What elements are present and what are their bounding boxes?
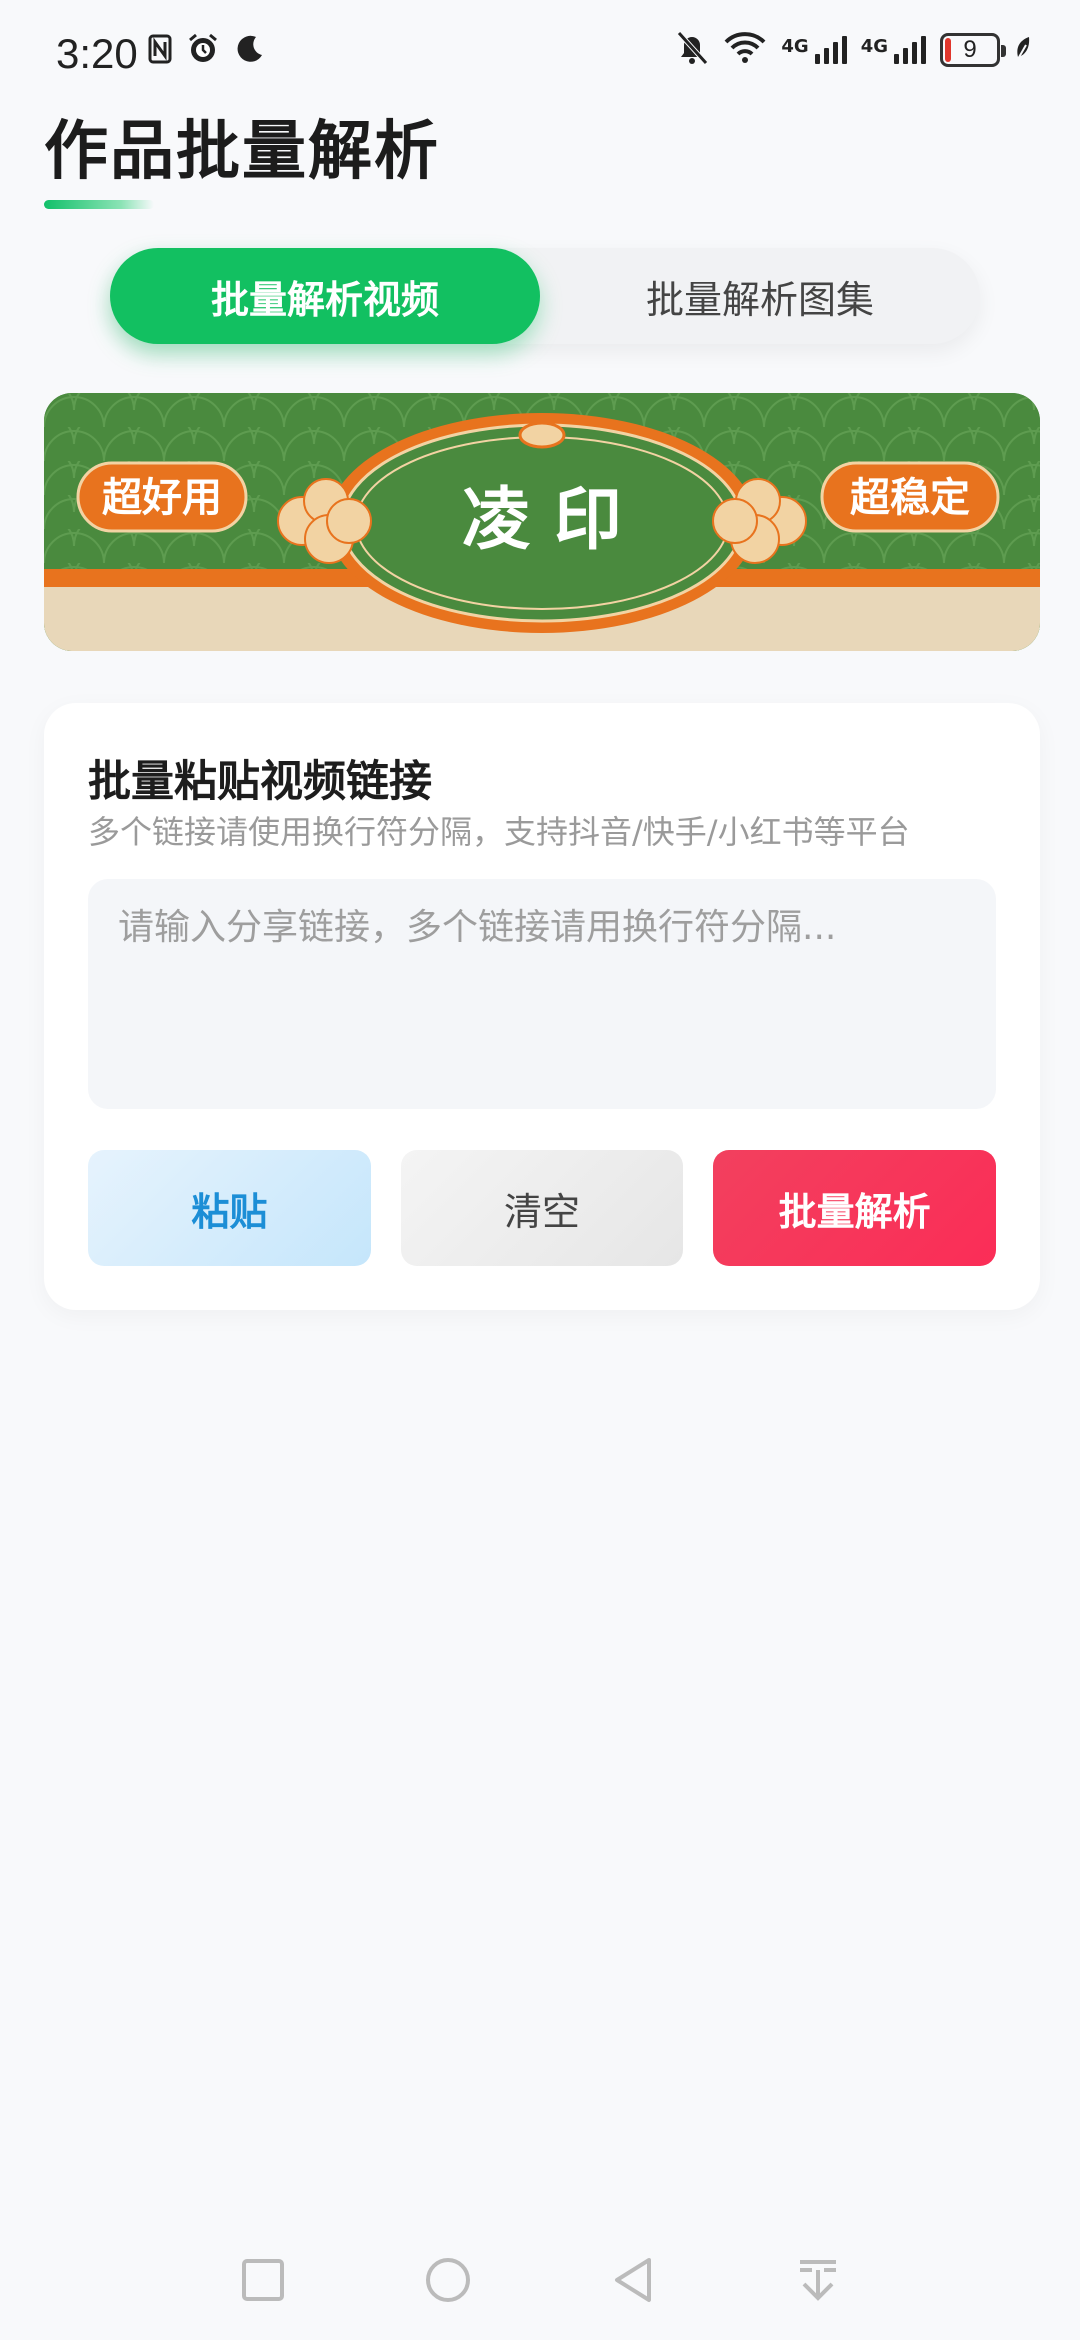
battery-icon: 9 — [940, 33, 1006, 67]
batch-input-card: 批量粘贴视频链接 多个链接请使用换行符分隔，支持抖音/快手/小红书等平台 粘贴 … — [44, 703, 1040, 1310]
batch-parse-button[interactable]: 批量解析 — [713, 1150, 997, 1266]
status-bar: 3:20 4G 4G 9 — [0, 0, 1080, 100]
banner-right-text: 超稳定 — [850, 475, 970, 521]
status-right-icons: 4G 4G 9 — [675, 30, 1032, 70]
badge-right: 超稳定 — [820, 461, 1000, 533]
square-recent-icon[interactable] — [233, 2250, 293, 2310]
banner-left-text: 超好用 — [102, 475, 222, 521]
tab-batch-gallery[interactable]: 批量解析图集 — [540, 248, 980, 344]
signal-2-label: 4G — [860, 36, 888, 57]
paste-button[interactable]: 粘贴 — [88, 1150, 371, 1266]
signal-1-label: 4G — [781, 36, 809, 57]
wifi-icon — [723, 31, 767, 69]
triangle-back-icon[interactable] — [603, 2250, 663, 2310]
tab-switcher: 批量解析视频 批量解析图集 — [110, 248, 980, 344]
alarm-icon — [186, 32, 220, 70]
cellular-signal-1: 4G — [781, 36, 847, 64]
banner-center-text: 凌 印 — [462, 480, 622, 560]
do-not-disturb-moon-icon — [234, 33, 266, 69]
share-link-input[interactable] — [88, 879, 996, 1109]
status-time: 3:20 — [56, 30, 138, 77]
circle-home-icon[interactable] — [418, 2250, 478, 2310]
tab-batch-video[interactable]: 批量解析视频 — [110, 248, 540, 344]
title-underline-decoration — [44, 200, 154, 209]
battery-level: 9 — [963, 36, 977, 63]
cellular-signal-2: 4G — [861, 36, 926, 64]
promo-banner: 超好用 超稳定 凌 印 — [44, 393, 1040, 651]
nfc-icon — [148, 34, 172, 68]
badge-left: 超好用 — [76, 461, 248, 533]
clear-button[interactable]: 清空 — [400, 1150, 684, 1266]
status-left-icons — [148, 32, 266, 70]
page-title: 作品批量解析 — [44, 115, 440, 189]
action-buttons: 粘贴 清空 批量解析 — [88, 1150, 997, 1266]
mute-bell-icon — [675, 30, 709, 70]
power-saving-leaf-icon — [1014, 35, 1032, 65]
system-navigation-bar — [0, 2220, 1080, 2340]
card-subtitle: 多个链接请使用换行符分隔，支持抖音/快手/小红书等平台 — [88, 813, 910, 851]
down-arrow-hide-icon[interactable] — [788, 2250, 848, 2310]
card-title: 批量粘贴视频链接 — [88, 757, 432, 807]
